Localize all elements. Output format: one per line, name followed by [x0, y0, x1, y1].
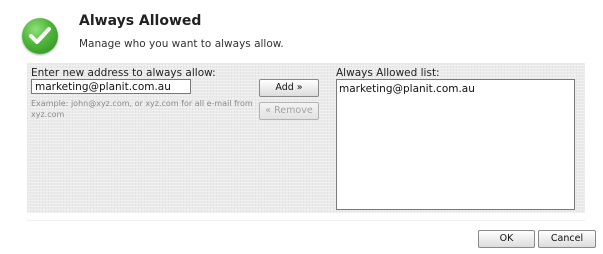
divider — [27, 220, 585, 221]
add-button[interactable]: Add » — [259, 79, 319, 97]
cancel-button[interactable]: Cancel — [538, 230, 596, 248]
dialog-subtitle: Manage who you want to always allow. — [79, 38, 284, 50]
allowed-panel: Enter new address to always allow: Examp… — [27, 63, 585, 213]
allowed-list-label: Always Allowed list: — [336, 67, 440, 79]
checkmark-icon — [22, 18, 58, 54]
new-address-label: Enter new address to always allow: — [31, 67, 216, 79]
remove-button[interactable]: « Remove — [259, 102, 319, 120]
example-hint: Example: john@xyz.com, or xyz.com for al… — [31, 99, 253, 119]
allowed-list[interactable]: marketing@planit.com.au — [336, 79, 575, 210]
dialog-title: Always Allowed — [79, 13, 202, 29]
list-item[interactable]: marketing@planit.com.au — [339, 82, 572, 96]
ok-button[interactable]: OK — [478, 230, 535, 248]
new-address-input[interactable] — [31, 79, 191, 94]
dialog-header: Always Allowed Manage who you want to al… — [0, 0, 603, 58]
